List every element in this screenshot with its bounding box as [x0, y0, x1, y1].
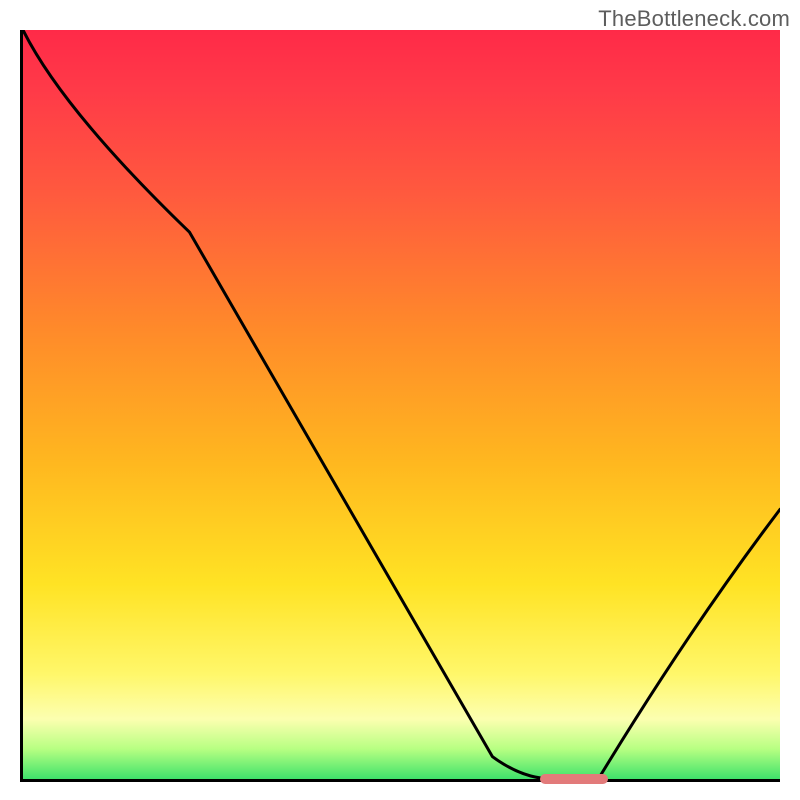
- watermark-text: TheBottleneck.com: [598, 6, 790, 32]
- curve-path: [23, 30, 780, 779]
- bottleneck-chart: TheBottleneck.com: [0, 0, 800, 800]
- optimum-marker: [540, 774, 608, 784]
- bottleneck-curve: [23, 30, 780, 779]
- plot-area: [20, 30, 780, 782]
